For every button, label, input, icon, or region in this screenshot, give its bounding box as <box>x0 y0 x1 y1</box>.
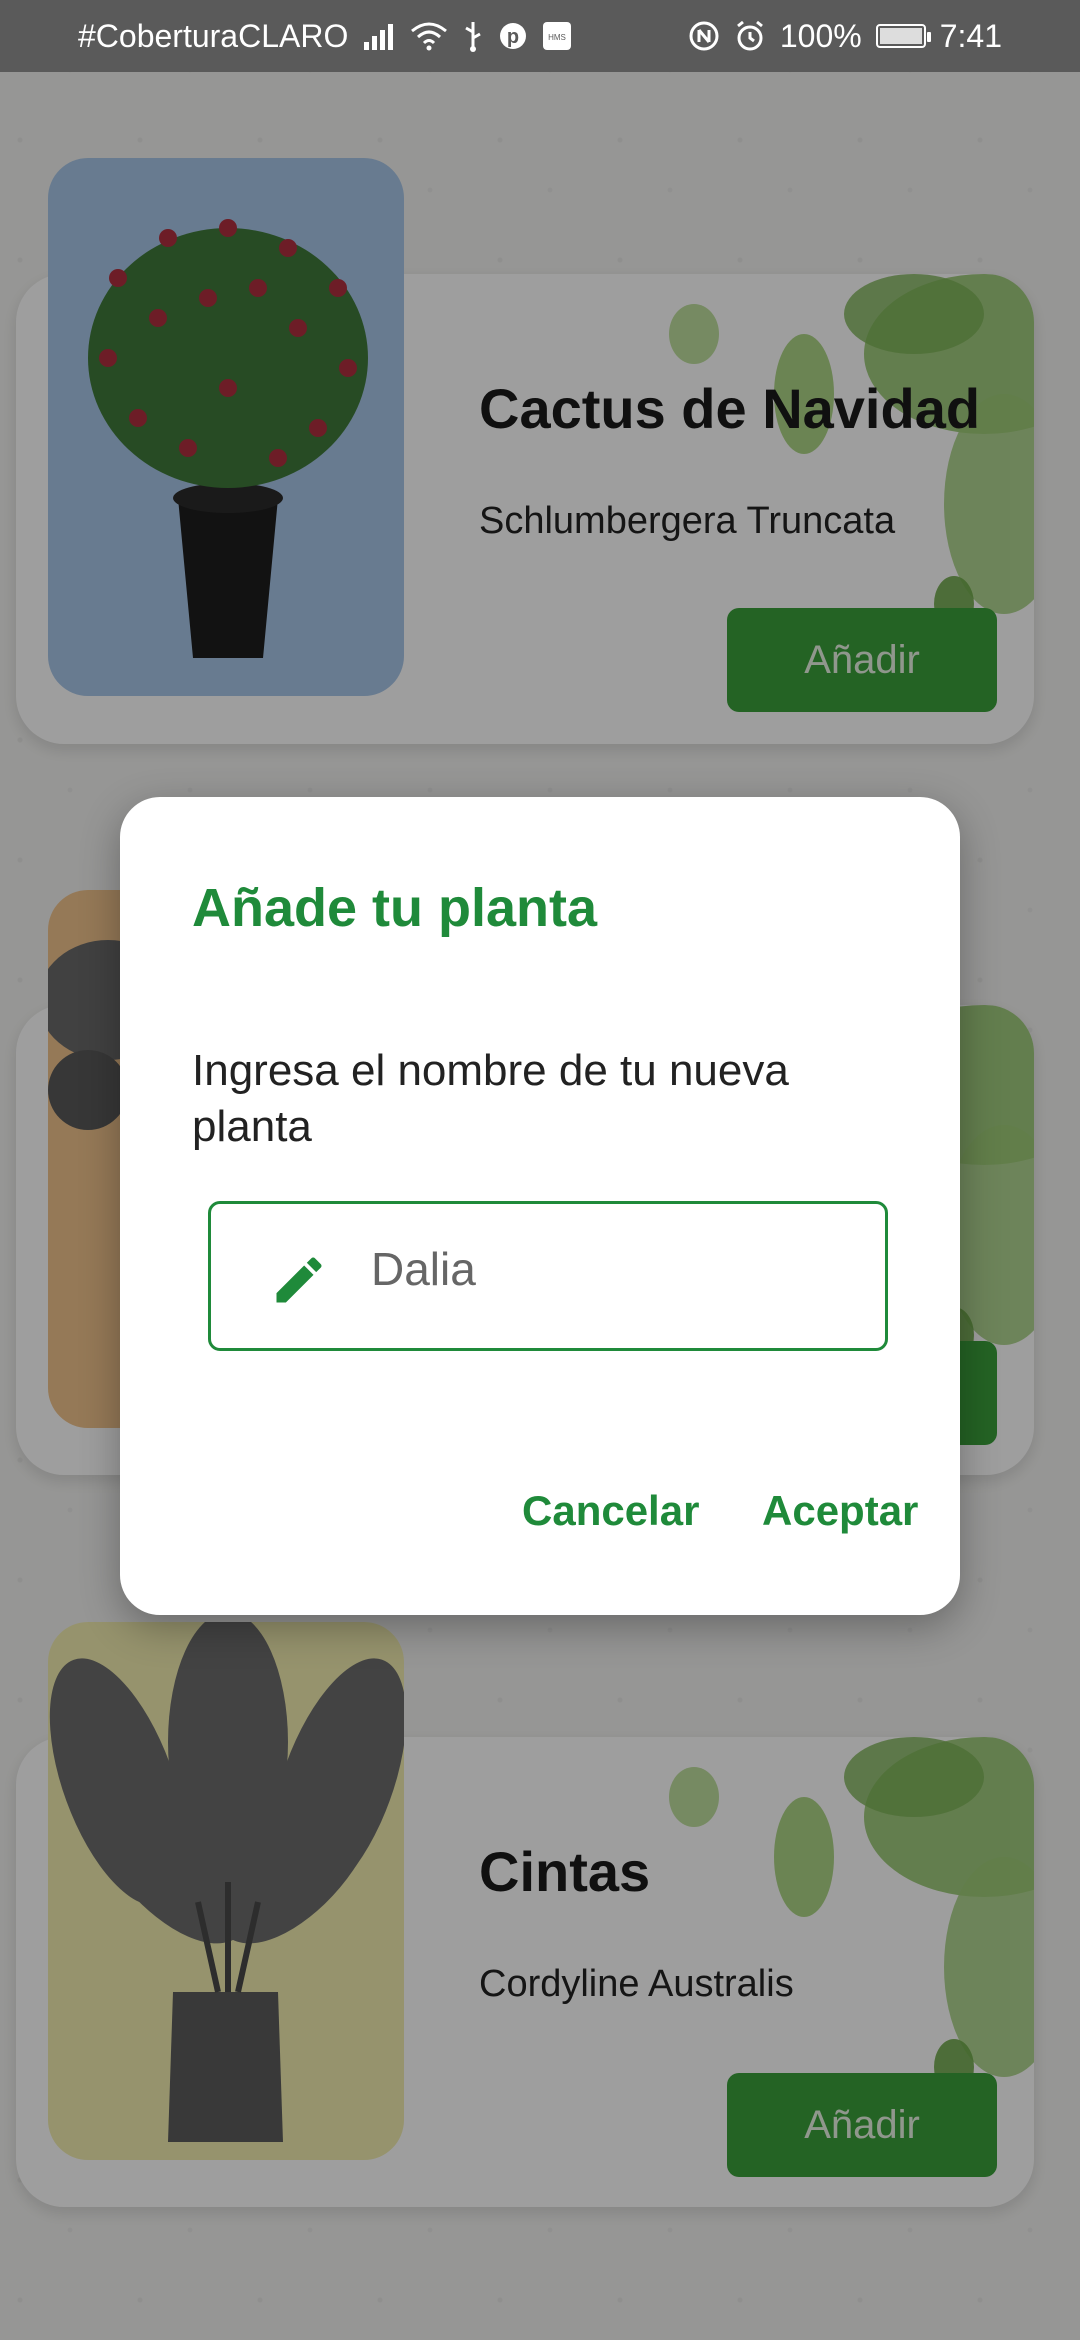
wifi-icon <box>410 21 448 51</box>
add-plant-dialog: Añade tu planta Ingresa el nombre de tu … <box>120 797 960 1615</box>
accept-button[interactable]: Aceptar <box>762 1487 918 1535</box>
pinterest-icon: p <box>498 21 528 51</box>
clock: 7:41 <box>939 17 1002 54</box>
hms-icon: HMS <box>542 21 572 51</box>
signal-icon <box>362 22 396 50</box>
nfc-icon <box>688 20 720 52</box>
carrier-label: #CoberturaCLARO <box>78 17 349 54</box>
pencil-icon <box>276 1257 322 1303</box>
alarm-icon <box>734 20 766 52</box>
dialog-title: Añade tu planta <box>192 878 598 938</box>
svg-text:p: p <box>507 26 519 48</box>
cancel-button[interactable]: Cancelar <box>522 1487 699 1535</box>
battery-percent: 100% <box>779 17 862 54</box>
dialog-message: Ingresa el nombre de tu nueva planta <box>192 1046 789 1151</box>
plant-name-input[interactable] <box>371 1242 851 1296</box>
status-bar: #CoberturaCLARO p HMS 100% 7:41 <box>0 0 1080 72</box>
svg-text:HMS: HMS <box>548 33 566 42</box>
plant-name-field[interactable] <box>208 1201 888 1351</box>
usb-icon <box>462 20 484 52</box>
battery-charging-icon <box>875 24 931 48</box>
